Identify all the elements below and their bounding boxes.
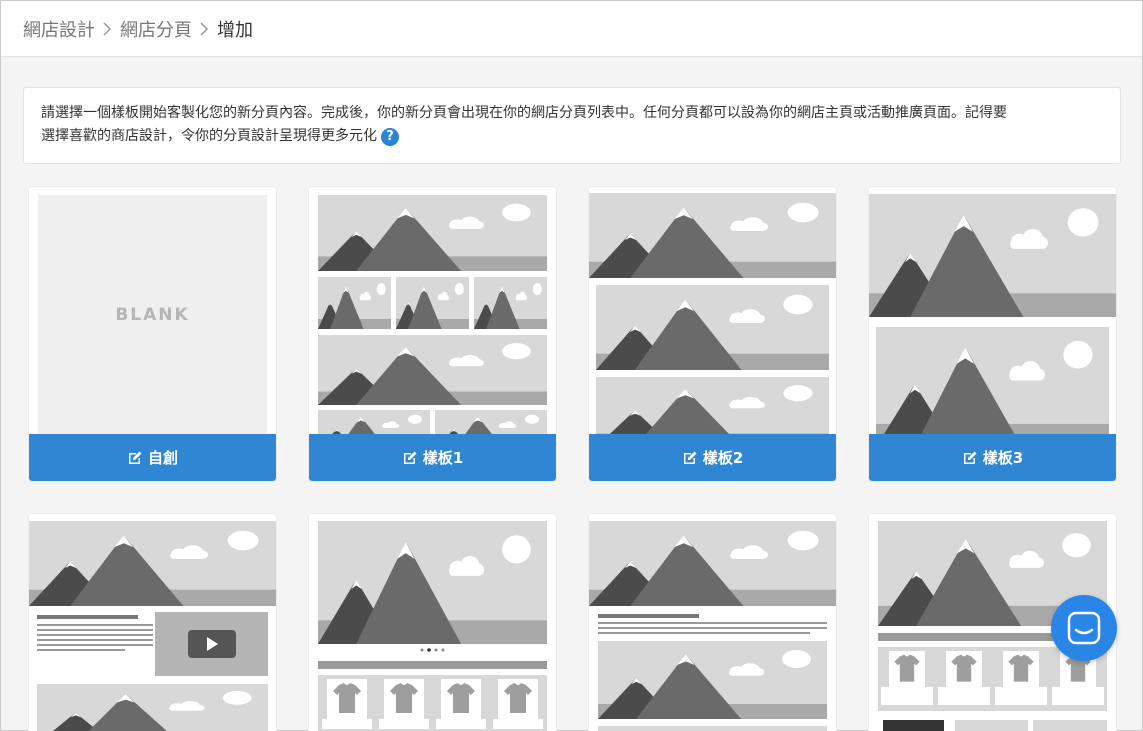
- template-card-4[interactable]: [29, 514, 276, 731]
- template-preview: [29, 521, 276, 731]
- template-preview: [318, 521, 547, 731]
- notice-line-2: 選擇喜歡的商店設計，令你的分頁設計呈現得更多元化: [41, 128, 377, 144]
- template-card-5[interactable]: [309, 514, 556, 731]
- select-template-2-button[interactable]: 樣板2: [589, 434, 836, 481]
- blank-preview: BLANK: [38, 195, 267, 434]
- edit-icon: [962, 450, 978, 466]
- template-preview: [589, 521, 836, 731]
- select-template-3-button[interactable]: 樣板3: [869, 434, 1116, 481]
- chat-icon[interactable]: [1051, 595, 1117, 661]
- template-preview: [869, 187, 1116, 434]
- breadcrumb-store-design[interactable]: 網店設計: [23, 16, 95, 42]
- template-label: 樣板1: [422, 449, 464, 467]
- breadcrumb-store-pages[interactable]: 網店分頁: [120, 16, 192, 42]
- template-card-3[interactable]: 樣板3: [869, 187, 1116, 481]
- template-card-custom[interactable]: BLANK 自創: [29, 187, 276, 481]
- template-preview: [589, 187, 836, 434]
- template-preview: [309, 187, 556, 434]
- blank-label: BLANK: [115, 304, 190, 325]
- select-template-1-button[interactable]: 樣板1: [309, 434, 556, 481]
- chevron-right-icon: [200, 21, 209, 36]
- play-icon: [188, 630, 236, 658]
- breadcrumb: 網店設計 網店分頁 增加: [1, 1, 1142, 57]
- question-circle-icon[interactable]: ?: [381, 127, 399, 146]
- edit-icon: [127, 450, 143, 466]
- notice-line-1: 請選擇一個樣板開始客製化您的新分頁內容。完成後，你的新分頁會出現在你的網店分頁列…: [41, 105, 1007, 121]
- template-label: 樣板2: [702, 449, 744, 467]
- breadcrumb-current: 增加: [217, 19, 253, 41]
- info-notice: 請選擇一個樣板開始客製化您的新分頁內容。完成後，你的新分頁會出現在你的網店分頁列…: [23, 87, 1121, 164]
- template-label: 自創: [147, 449, 178, 467]
- select-template-custom-button[interactable]: 自創: [29, 434, 276, 481]
- template-preview: BLANK: [29, 187, 276, 434]
- chevron-right-icon: [103, 21, 112, 36]
- template-card-2[interactable]: 樣板2: [589, 187, 836, 481]
- edit-icon: [682, 450, 698, 466]
- template-card-6[interactable]: [589, 514, 836, 731]
- template-label: 樣板3: [982, 449, 1024, 467]
- edit-icon: [402, 450, 418, 466]
- template-card-1[interactable]: 樣板1: [309, 187, 556, 481]
